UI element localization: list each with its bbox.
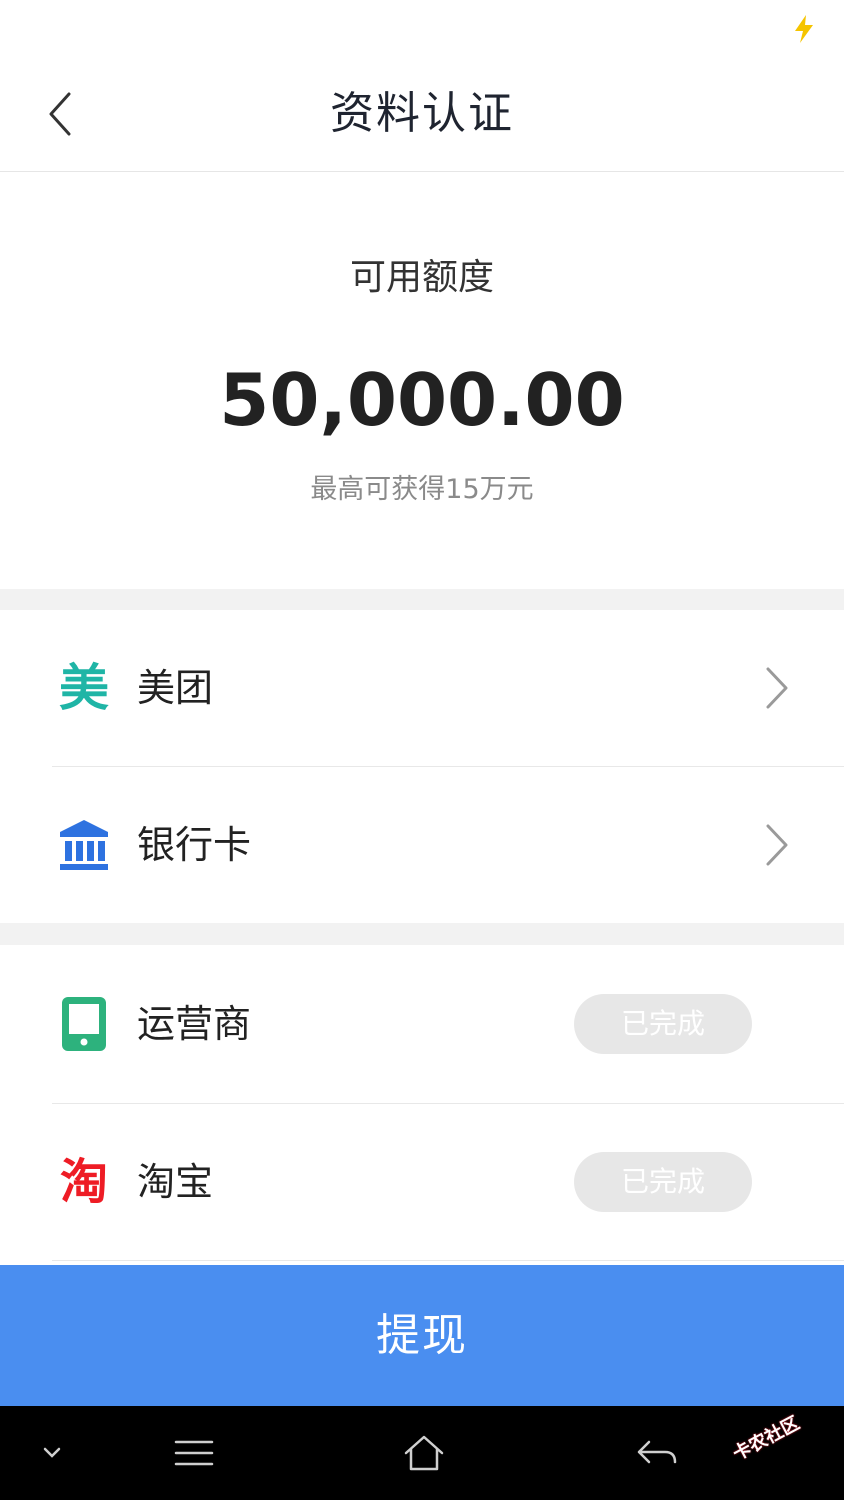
bank-icon (56, 817, 112, 873)
return-arrow-icon (637, 1440, 677, 1464)
home-button[interactable] (398, 1426, 450, 1480)
chevron-right-icon (766, 667, 788, 709)
top-navigation-bar: 资料认证 (0, 58, 844, 172)
page-title: 资料认证 (330, 88, 514, 139)
system-back-button[interactable] (630, 1426, 684, 1480)
status-badge: 已完成 (574, 1152, 752, 1212)
hamburger-menu-icon (174, 1440, 214, 1466)
credit-summary: 可用额度 50,000.00 最高可获得15万元 (0, 172, 844, 589)
charging-bolt-icon (795, 15, 813, 43)
chevron-down-icon (43, 1447, 61, 1458)
row-divider (52, 1260, 844, 1261)
watermark-logo: 卡农社区 (729, 1412, 804, 1466)
status-bar (0, 0, 844, 58)
credit-amount: 50,000.00 (219, 358, 625, 442)
meituan-icon: 美 (56, 660, 112, 716)
credit-label: 可用额度 (349, 257, 494, 298)
list-item-label: 运营商 (137, 1002, 252, 1046)
list-item-label: 淘宝 (137, 1160, 214, 1204)
status-badge: 已完成 (574, 994, 752, 1054)
system-navigation-bar: 卡农社区 (0, 1406, 844, 1500)
bank-building-icon (60, 820, 108, 870)
collapse-nav-button[interactable] (32, 1426, 72, 1480)
list-item-bank-card[interactable]: 银行卡 (0, 767, 844, 923)
list-item-taobao[interactable]: 淘 淘宝 已完成 (0, 1104, 844, 1260)
section-gap (0, 923, 844, 945)
page: 资料认证 可用额度 50,000.00 最高可获得15万元 美 美团 银行卡 运… (0, 0, 844, 1500)
carrier-phone-icon (56, 996, 112, 1052)
menu-button[interactable] (168, 1426, 220, 1480)
home-icon (404, 1435, 444, 1471)
phone-tablet-icon (62, 997, 106, 1051)
credit-subtitle: 最高可获得15万元 (310, 474, 534, 505)
list-item-carrier[interactable]: 运营商 已完成 (0, 945, 844, 1103)
taobao-glyph: 淘 (59, 1154, 108, 1210)
meituan-glyph: 美 (59, 659, 109, 717)
list-item-label: 美团 (137, 666, 214, 710)
chevron-right-icon (766, 824, 788, 866)
taobao-icon: 淘 (56, 1154, 112, 1210)
list-item-meituan[interactable]: 美 美团 (0, 610, 844, 766)
list-item-label: 银行卡 (137, 823, 252, 867)
section-gap (0, 589, 844, 610)
withdraw-button[interactable]: 提现 (0, 1265, 844, 1406)
